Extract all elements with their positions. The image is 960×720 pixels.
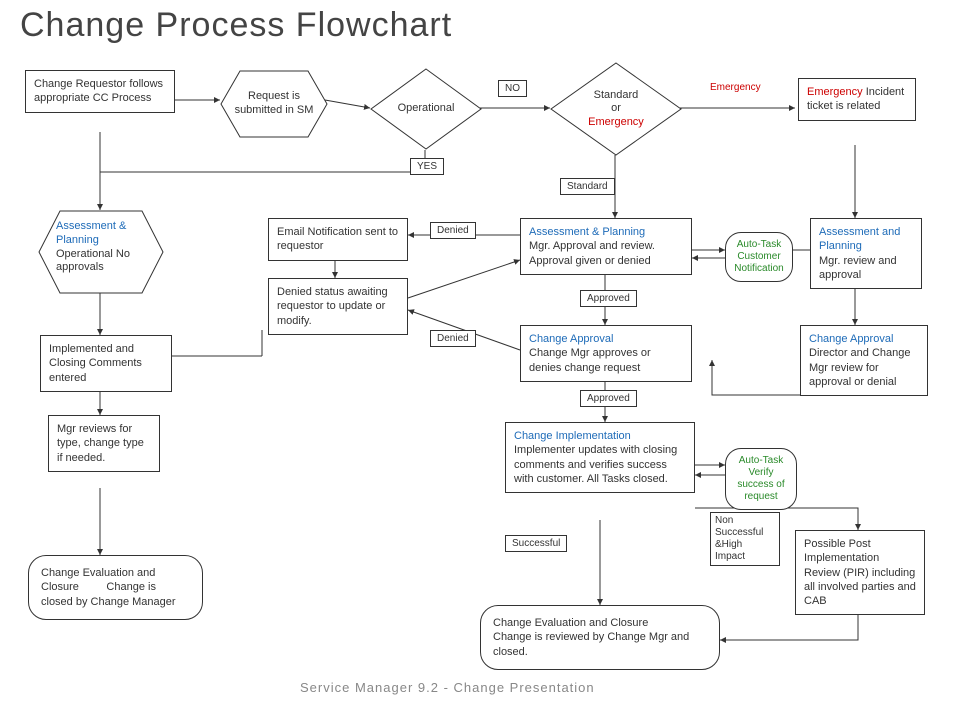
title: Change Evaluation and Closure <box>493 617 648 629</box>
body: Change is reviewed by Change Mgr and clo… <box>493 631 689 657</box>
label-non-successful: Non Successful &High Impact <box>710 512 780 566</box>
text: Implemented and Closing Comments entered <box>49 343 142 384</box>
label-no: NO <box>498 80 527 97</box>
node-emergency-incident: Emergency Incident ticket is related <box>798 78 916 121</box>
node-autotask-verify: Auto-Task Verify success of request <box>725 448 797 510</box>
node-mgr-reviews: Mgr reviews for type, change type if nee… <box>48 415 160 472</box>
text: Request is submitted in SM <box>220 70 328 138</box>
title: Change Approval <box>809 333 893 345</box>
node-assess-plan: Assessment & Planning Mgr. Approval and … <box>520 218 692 275</box>
label-denied-2: Denied <box>430 330 476 347</box>
node-denied-status: Denied status awaiting requestor to upda… <box>268 278 408 335</box>
text: Denied status awaiting requestor to upda… <box>277 286 388 327</box>
title: Assessment & Planning <box>529 226 645 238</box>
body: Mgr. Approval and review. Approval given… <box>529 240 655 266</box>
body: Operational No approvals <box>56 248 130 274</box>
label-approved-1: Approved <box>580 290 637 307</box>
node-email-notify: Email Notification sent to requestor <box>268 218 408 261</box>
node-assess-operational: Assessment & Planning Operational No app… <box>38 210 164 294</box>
node-pir: Possible Post Implementation Review (PIR… <box>795 530 925 615</box>
footer-text: Service Manager 9.2 - Change Presentatio… <box>300 680 595 695</box>
label-emergency: Emergency <box>710 82 761 94</box>
body: Director and Change Mgr review for appro… <box>809 347 911 388</box>
node-operational-decision: Operational <box>370 68 482 150</box>
title: Assessment & Planning <box>56 220 126 246</box>
text: Operational <box>370 68 482 150</box>
node-change-approval: Change Approval Change Mgr approves or d… <box>520 325 692 382</box>
label-yes: YES <box>410 158 444 175</box>
label-standard: Standard <box>560 178 615 195</box>
node-change-impl: Change Implementation Implementer update… <box>505 422 695 493</box>
title: Change Implementation <box>514 430 631 442</box>
text: Auto-Task Verify success of request <box>737 455 784 502</box>
body: Change Mgr approves or denies change req… <box>529 347 651 373</box>
node-eval-closure: Change Evaluation and Closure Change is … <box>28 555 203 620</box>
node-assess-emerg: Assessment and Planning Mgr. review and … <box>810 218 922 289</box>
node-eval-closure-2: Change Evaluation and Closure Change is … <box>480 605 720 670</box>
label-denied-1: Denied <box>430 222 476 239</box>
text: Possible Post Implementation Review (PIR… <box>804 538 916 607</box>
title: Assessment and Planning <box>819 226 900 252</box>
node-change-approval-dir: Change Approval Director and Change Mgr … <box>800 325 928 396</box>
node-std-emerg-decision: Standard or Emergency <box>550 62 682 156</box>
node-submitted: Request is submitted in SM <box>220 70 328 138</box>
node-autotask-customer: Auto-Task Customer Notification <box>725 232 793 282</box>
label-successful: Successful <box>505 535 567 552</box>
text: Standard or Emergency <box>550 62 682 156</box>
node-implemented: Implemented and Closing Comments entered <box>40 335 172 392</box>
text: Email Notification sent to requestor <box>277 226 398 252</box>
title: Change Approval <box>529 333 613 345</box>
body: Mgr. review and approval <box>819 255 897 281</box>
text: Auto-Task Customer Notification <box>734 239 783 274</box>
text: Mgr reviews for type, change type if nee… <box>57 423 144 464</box>
page-title: Change Process Flowchart <box>20 6 452 45</box>
title: Emergency <box>807 86 863 98</box>
label-approved-2: Approved <box>580 390 637 407</box>
node-requestor: Change Requestor follows appropriate CC … <box>25 70 175 113</box>
text: Change Requestor follows appropriate CC … <box>34 78 163 104</box>
body: Implementer updates with closing comment… <box>514 444 677 485</box>
